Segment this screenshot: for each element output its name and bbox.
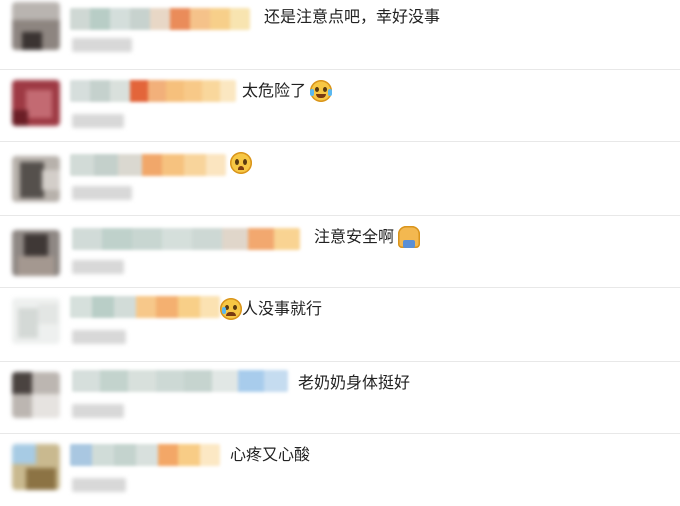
comment-item (0, 142, 680, 216)
comment-text: 老奶奶身体挺好 (298, 373, 411, 392)
comment-item: 人没事就行 (0, 288, 680, 362)
person-emoji-icon (398, 226, 420, 248)
username[interactable] (70, 8, 250, 30)
comment-item: 老奶奶身体挺好 (0, 362, 680, 434)
comment-item: 太危险了 (0, 70, 680, 142)
username[interactable] (72, 228, 300, 250)
comment-meta (72, 260, 124, 274)
username[interactable] (70, 80, 236, 102)
comment-meta (72, 114, 124, 128)
comment-item: 还是注意点吧，幸好没事 (0, 0, 680, 70)
comment-meta (72, 478, 126, 492)
comment-text: 注意安全啊 (314, 227, 395, 246)
comment-text: 还是注意点吧，幸好没事 (264, 7, 441, 26)
comment-item: 注意安全啊 (0, 216, 680, 288)
avatar[interactable] (12, 372, 60, 418)
crying-face-emoji-icon (220, 298, 242, 320)
crying-laughing-emoji-icon (310, 80, 332, 102)
avatar[interactable] (12, 230, 60, 276)
comment-meta (72, 404, 124, 418)
username[interactable] (72, 370, 288, 392)
comment-text: 心疼又心酸 (230, 445, 311, 464)
comment-text: 人没事就行 (242, 299, 323, 318)
comment-item: 心疼又心酸 (0, 434, 680, 506)
avatar[interactable] (12, 444, 60, 490)
comment-meta (72, 38, 132, 52)
comment-meta (72, 330, 126, 344)
avatar[interactable] (12, 2, 60, 50)
comment-meta (72, 186, 132, 200)
avatar[interactable] (12, 80, 60, 126)
avatar[interactable] (12, 156, 60, 202)
username[interactable] (70, 296, 220, 318)
username[interactable] (70, 444, 220, 466)
username[interactable] (70, 154, 226, 176)
avatar[interactable] (12, 298, 60, 344)
comment-text: 太危险了 (242, 81, 307, 100)
pleading-face-emoji-icon (230, 152, 252, 174)
